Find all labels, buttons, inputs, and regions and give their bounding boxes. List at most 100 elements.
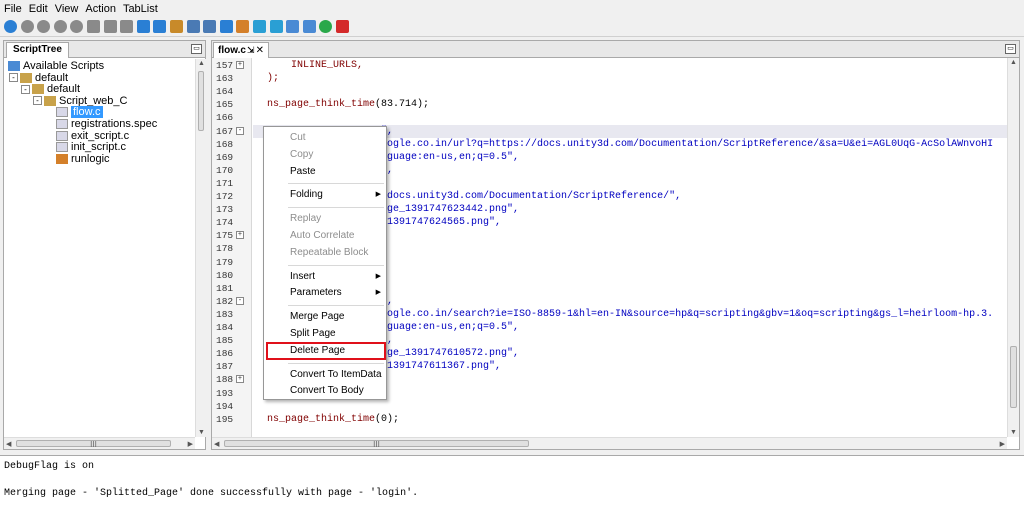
line-number: 184 (216, 322, 234, 333)
menu-item-insert[interactable]: Insert ▶ (265, 269, 385, 285)
file-icon (56, 107, 68, 118)
editor-scroll-thumb[interactable] (1010, 346, 1017, 408)
tree-item[interactable]: - Script_web_C (33, 95, 127, 107)
pause-icon[interactable] (53, 20, 67, 33)
exit-icon[interactable] (335, 20, 349, 33)
tree-horizontal-scrollbar[interactable]: ◀ III ▶ (4, 437, 195, 449)
code-line: INLINE_URLS, (267, 59, 363, 72)
stop-icon[interactable] (20, 20, 34, 33)
tree-item[interactable]: Available Scripts (8, 60, 104, 72)
code-line: ns_page_think_time(0); (267, 413, 399, 426)
scroll-down-icon[interactable]: ▼ (1010, 429, 1017, 436)
network-icon[interactable] (269, 20, 283, 33)
menu-item-merge-page[interactable]: Merge Page (265, 309, 385, 325)
line-number: 172 (216, 191, 234, 202)
tree-item[interactable]: registrations.spec (56, 118, 157, 130)
fold-toggle-icon[interactable]: - (236, 126, 244, 135)
menu-view[interactable]: View (55, 3, 79, 15)
tree-expander-icon[interactable]: - (21, 84, 30, 94)
menu-action[interactable]: Action (85, 3, 116, 15)
tree-hscroll-thumb[interactable]: III (16, 440, 171, 449)
file-icon (56, 130, 68, 141)
fold-toggle-icon[interactable]: + (236, 375, 244, 384)
find-icon[interactable] (186, 20, 200, 33)
line-number: 157 (216, 60, 234, 71)
close-icon[interactable]: ✕ (256, 45, 264, 56)
tree-expander-icon[interactable]: - (9, 73, 18, 83)
menu-file[interactable]: File (4, 3, 22, 15)
menu-item-split-page[interactable]: Split Page (265, 326, 385, 342)
menu-item-label: Convert To ItemData (290, 368, 382, 380)
copy-icon[interactable] (120, 20, 134, 33)
editor-vertical-scrollbar[interactable]: ▲ ▼ (1007, 58, 1019, 437)
info-icon[interactable] (252, 20, 266, 33)
menu-separator (288, 362, 384, 364)
menu-item-label: Split Page (290, 328, 336, 339)
line-number: 195 (216, 413, 234, 425)
fold-toggle-icon[interactable]: - (236, 296, 244, 305)
cancel-icon[interactable] (37, 20, 51, 33)
run-icon[interactable] (4, 20, 17, 33)
scroll-left-icon[interactable]: ◀ (6, 440, 11, 448)
maximize-icon[interactable]: ▭ (191, 44, 202, 54)
tree-expander-icon[interactable]: - (33, 96, 42, 106)
script-tree-panel: ScriptTree ▭ Available Scripts - default - d… (3, 40, 206, 450)
edit-icon[interactable] (236, 20, 250, 33)
scripts-root-icon (8, 61, 20, 71)
scroll-right-icon[interactable]: ▶ (1000, 440, 1005, 448)
code-token: (83.714); (375, 99, 430, 111)
down-arrow-icon[interactable] (136, 20, 150, 33)
folder-icon (44, 95, 56, 106)
menu-item-convert-to-body[interactable]: Convert To Body (265, 383, 385, 399)
doc-icon[interactable] (103, 20, 117, 33)
link-icon[interactable] (169, 20, 183, 33)
comment-icon[interactable] (86, 20, 100, 33)
delete-page-highlight-box (266, 341, 386, 360)
tab-script-tree[interactable]: ScriptTree (6, 42, 69, 58)
scroll-up-icon[interactable]: ▲ (198, 60, 205, 67)
pin-icon[interactable]: ⇲ (247, 45, 255, 56)
menu-item-replay: Replay (265, 211, 385, 227)
line-number: 163 (216, 73, 234, 85)
fold-toggle-icon[interactable]: + (236, 61, 244, 69)
fold-toggle-icon[interactable]: + (236, 231, 244, 240)
menu-item-parameters[interactable]: Parameters ▶ (265, 285, 385, 301)
tree-item[interactable]: flow.c (56, 106, 103, 119)
step-icon[interactable] (70, 20, 84, 33)
code-token: INLINE_URLS, (267, 60, 364, 71)
tree-scroll-thumb[interactable] (198, 71, 204, 131)
editor-maximize-icon[interactable]: ▭ (1005, 44, 1016, 54)
tab-flow-c[interactable]: flow.c ⇲ ✕ (213, 42, 269, 58)
go-icon[interactable] (319, 20, 333, 33)
monitor-icon[interactable] (286, 20, 300, 33)
editor-horizontal-scrollbar[interactable]: ◀ III ▶ (212, 437, 1007, 449)
tree-item-label: Available Scripts (23, 60, 105, 72)
scroll-down-icon[interactable]: ▼ (198, 429, 205, 436)
tree-item[interactable]: - default (9, 72, 68, 84)
menu-item-paste[interactable]: Paste (265, 164, 385, 180)
line-number: 185 (216, 335, 234, 347)
line-number: 186 (216, 348, 234, 360)
scroll-up-icon[interactable]: ▲ (1010, 59, 1017, 66)
menu-item-convert-to-itemdata[interactable]: Convert To ItemData (265, 367, 385, 383)
menu-tablist[interactable]: TabList (123, 3, 158, 15)
editor-hscroll-thumb[interactable]: III (224, 440, 529, 449)
tree-item[interactable]: runlogic (56, 153, 110, 165)
tree-item[interactable]: - default (21, 83, 80, 95)
menu-item-folding[interactable]: Folding ▶ (265, 187, 385, 203)
runlogic-icon (56, 153, 68, 164)
scroll-right-icon[interactable]: ▶ (188, 440, 193, 448)
find-replace-icon[interactable] (203, 20, 217, 33)
tree-item[interactable]: exit_script.c (56, 130, 129, 142)
menu-edit[interactable]: Edit (29, 3, 48, 15)
up-arrow-icon[interactable] (153, 20, 167, 33)
editor-tabbar: flow.c ⇲ ✕ ▭ (212, 41, 1019, 58)
scroll-left-icon[interactable]: ◀ (214, 440, 219, 448)
settings-icon[interactable] (219, 20, 233, 33)
tree-item[interactable]: init_script.c (56, 141, 126, 153)
tree-vertical-scrollbar[interactable]: ▲ ▼ (195, 59, 206, 437)
code-line: ns_page_think_time(83.714); (267, 98, 429, 111)
chart-icon[interactable] (302, 20, 316, 33)
folder-icon (32, 84, 44, 95)
menu-item-copy: Copy (265, 147, 385, 163)
